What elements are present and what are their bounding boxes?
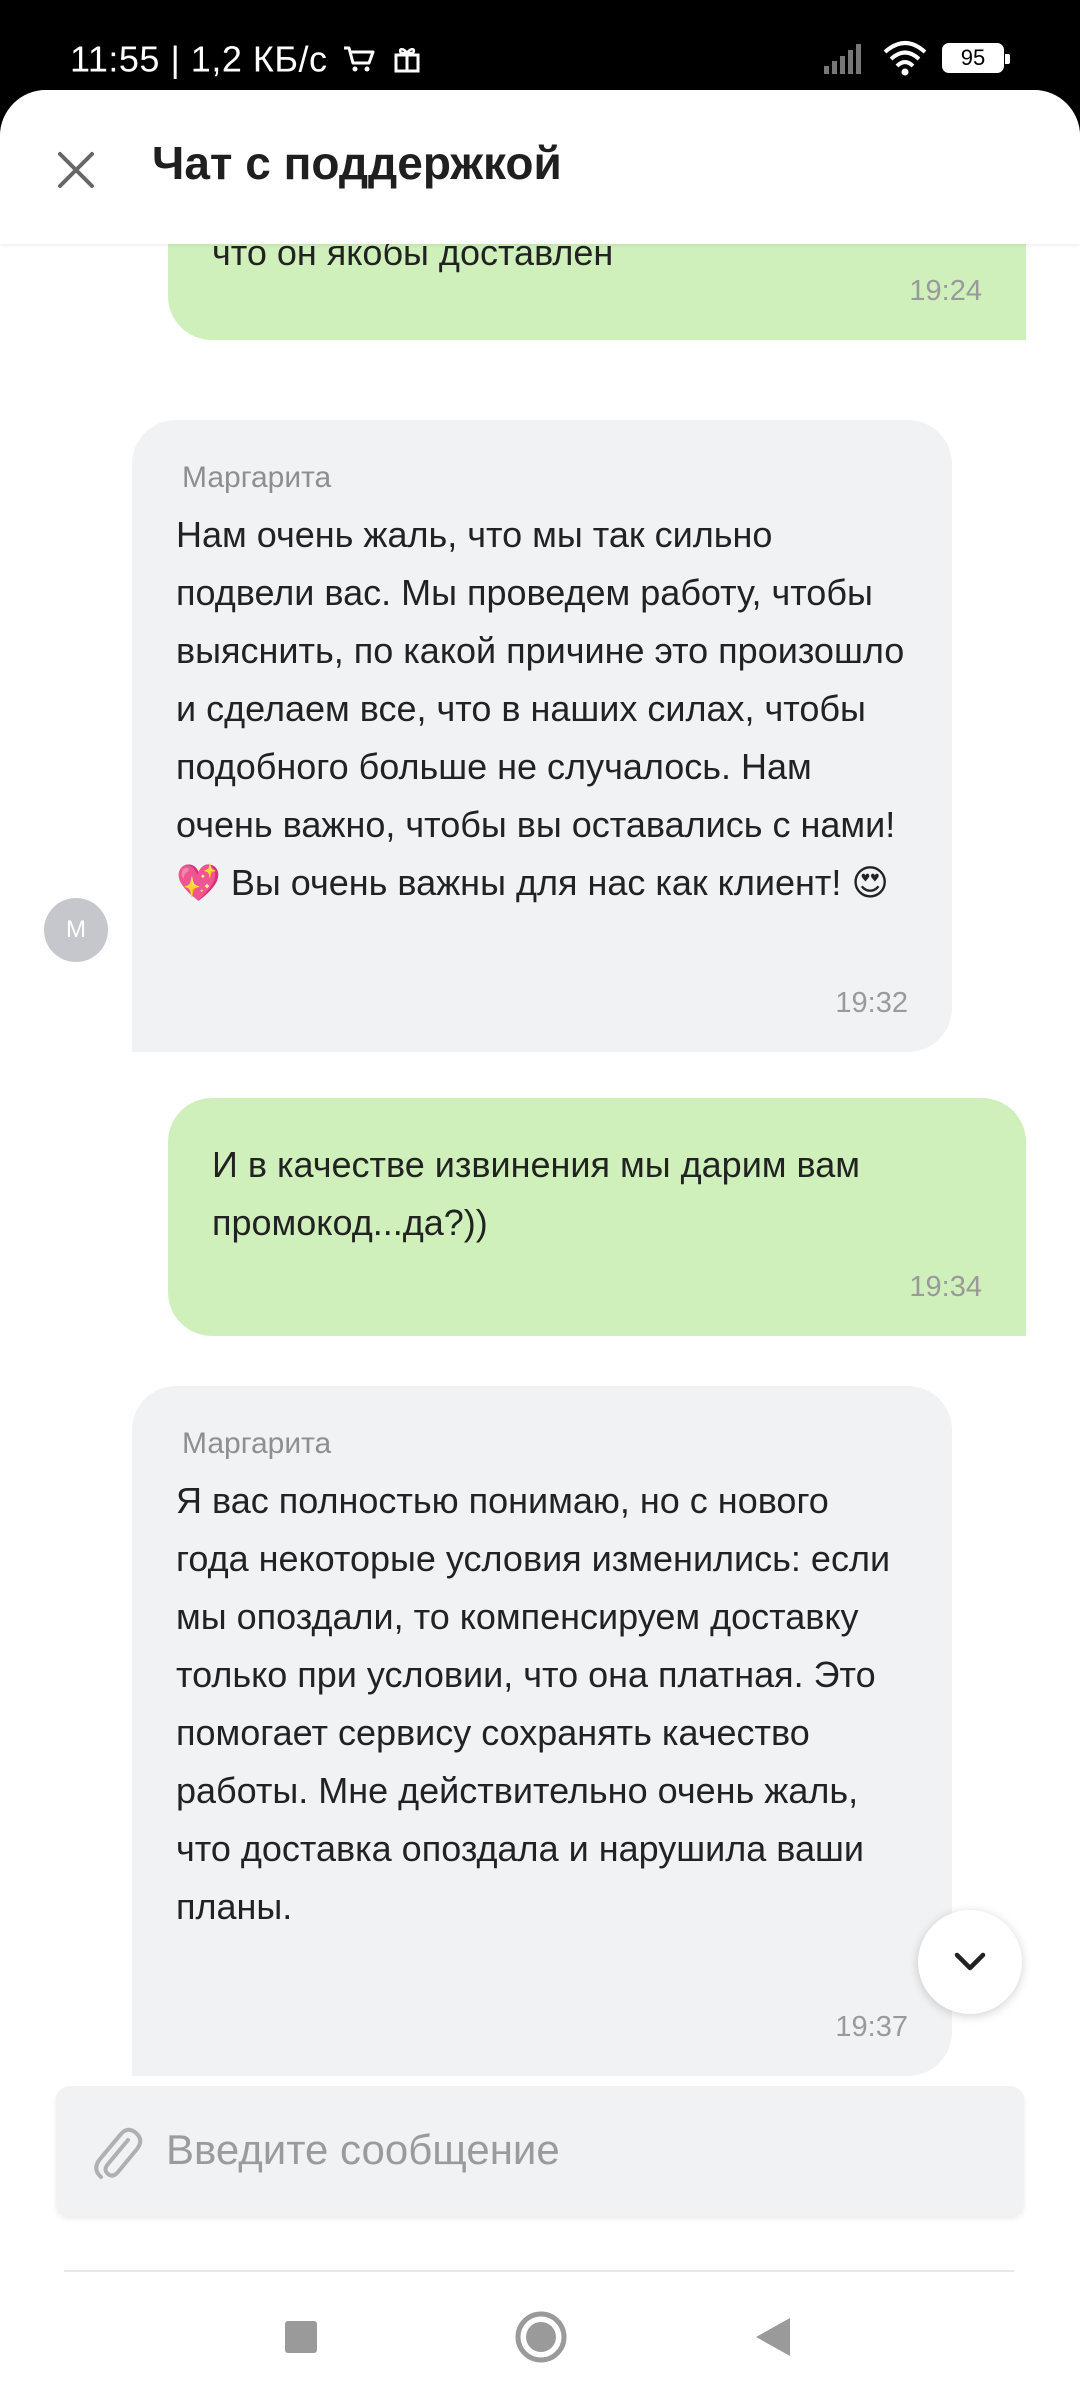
message-text: что он якобы доставлен: [212, 244, 614, 273]
incoming-message[interactable]: Маргарита Нам очень жаль, что мы так сил…: [132, 420, 952, 1052]
back-triangle-icon: [756, 2318, 790, 2356]
status-right: 95: [822, 36, 1010, 80]
message-time: 19:34: [909, 1271, 982, 1303]
chat-header: Чат с поддержкой: [0, 90, 1080, 244]
square-icon: [285, 2321, 317, 2353]
recents-button[interactable]: [284, 2320, 318, 2359]
wifi-icon: [883, 41, 927, 76]
message-input[interactable]: Введите сообщение: [166, 2126, 560, 2174]
close-icon: [58, 152, 94, 188]
scroll-down-button[interactable]: [918, 1910, 1022, 2014]
incoming-message[interactable]: Маргарита Я вас полностью понимаю, но с …: [132, 1386, 952, 2076]
sender-name: Маргарита: [182, 1427, 332, 1460]
outgoing-message[interactable]: И в качестве извинения мы дарим вам пром…: [168, 1098, 1026, 1336]
avatar-letter: М: [66, 916, 86, 943]
home-button[interactable]: [514, 2310, 568, 2369]
message-time: 19:24: [909, 275, 982, 307]
message-list[interactable]: что он якобы доставлен 19:24 Маргарита Н…: [0, 244, 1080, 2170]
message-time: 19:32: [835, 987, 908, 1019]
status-left: 11:55 | 1,2 КБ/с: [70, 36, 422, 80]
chat-screen: Чат с поддержкой что он якобы доставлен …: [0, 90, 1080, 2400]
status-time: 11:55: [70, 38, 160, 80]
message-composer[interactable]: Введите сообщение: [56, 2086, 1024, 2216]
close-button[interactable]: [46, 140, 106, 200]
message-text: Я вас полностью понимаю, но с нового год…: [176, 1480, 891, 1927]
battery-level: 95: [960, 45, 986, 70]
chevron-down-icon: [954, 1952, 986, 1971]
status-separator: |: [170, 38, 191, 80]
message-time: 19:37: [835, 2011, 908, 2043]
back-button[interactable]: [754, 2316, 792, 2363]
network-speed: 1,2 КБ/с: [190, 38, 328, 80]
message-text: И в качестве извинения мы дарим вам пром…: [212, 1144, 861, 1243]
sender-name: Маргарита: [182, 461, 332, 494]
avatar: М: [44, 898, 108, 962]
paperclip-icon[interactable]: [88, 2120, 144, 2182]
gift-icon: [394, 48, 420, 73]
outgoing-message[interactable]: что он якобы доставлен 19:24: [168, 244, 1026, 340]
system-nav-bar: [0, 2272, 1080, 2400]
message-text: Нам очень жаль, что мы так сильно подвел…: [176, 514, 905, 903]
home-circle-icon: [515, 2311, 567, 2363]
signal-icon: [824, 44, 861, 74]
page-title: Чат с поддержкой: [152, 137, 562, 189]
battery-indicator: 95: [942, 43, 1010, 73]
cart-icon: [343, 46, 375, 72]
